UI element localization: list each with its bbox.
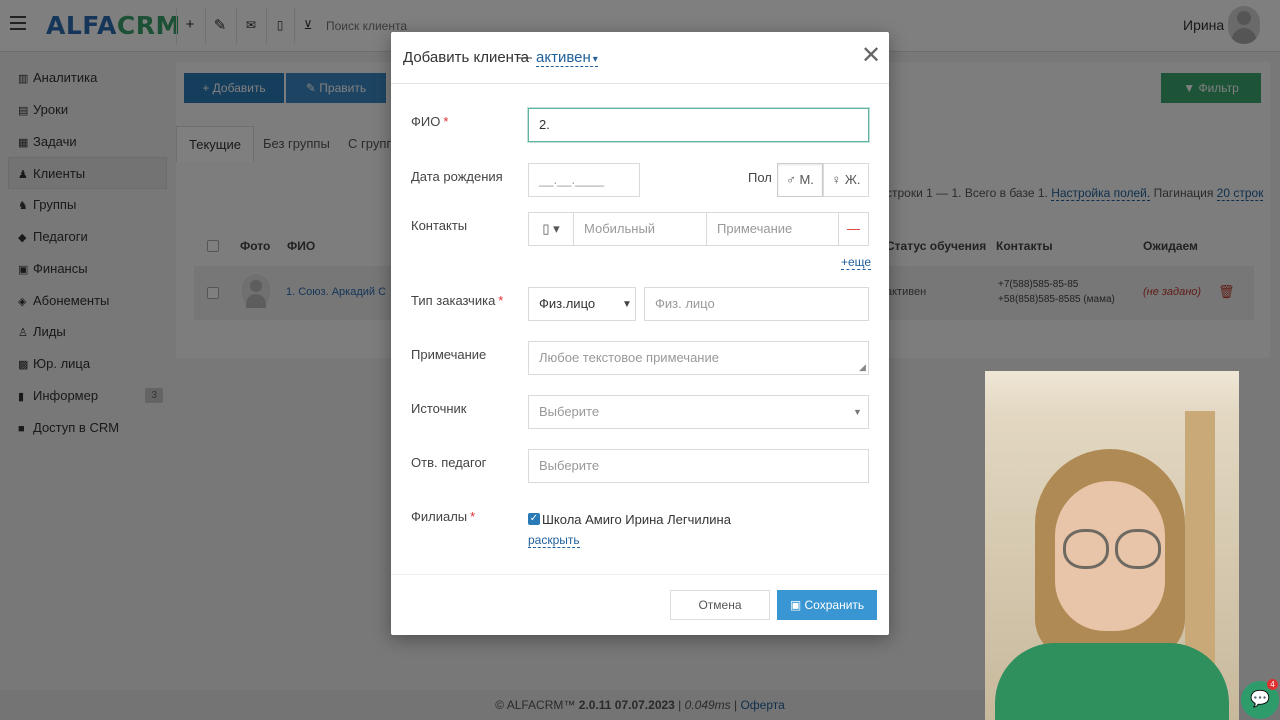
modal-header: Добавить клиента — активен ✕: [391, 32, 889, 84]
save-button[interactable]: ▣ Сохранить: [777, 590, 877, 620]
add-client-modal: Добавить клиента — активен ✕ ФИО* 2. Дат…: [391, 32, 889, 635]
teacher-select[interactable]: Выберите: [528, 449, 869, 483]
resize-handle-icon[interactable]: ◢: [859, 362, 866, 373]
contact-note-field[interactable]: Примечание: [706, 212, 839, 246]
gender-male-text: М.: [799, 172, 814, 187]
fio-label-text: ФИО: [411, 114, 441, 129]
chat-unread-badge: 4: [1267, 679, 1278, 690]
birth-date-label: Дата рождения: [411, 169, 503, 184]
webcam-ceiling: [985, 371, 1239, 411]
chevron-down-icon: ▼: [622, 299, 632, 310]
gender-male-button[interactable]: ♂ М.: [777, 163, 823, 197]
status-dropdown[interactable]: активен: [536, 49, 598, 67]
save-button-label: Сохранить: [804, 598, 865, 612]
customer-type-select[interactable]: Физ.лицо: [528, 287, 636, 321]
gender-label: Пол: [748, 170, 772, 185]
birth-date-field[interactable]: __.__.____: [528, 163, 640, 197]
webcam-video: [985, 371, 1239, 720]
teacher-label: Отв. педагог: [411, 455, 487, 470]
customer-type-name-field[interactable]: Физ. лицо: [644, 287, 869, 321]
mobile-field[interactable]: Мобильный: [573, 212, 707, 246]
webcam-glasses-left: [1063, 529, 1109, 569]
branch-checkbox[interactable]: ✓: [528, 513, 540, 525]
add-more-contact-link[interactable]: +еще: [841, 255, 872, 270]
source-select[interactable]: Выберите: [528, 395, 869, 429]
webcam-glasses-right: [1115, 529, 1161, 569]
branches-label-text: Филиалы: [411, 509, 468, 524]
mobile-phone-icon: ▯ ▾: [542, 221, 560, 236]
branch-name[interactable]: Школа Амиго Ирина Легчилина: [542, 512, 731, 527]
fio-field[interactable]: 2.: [528, 108, 869, 142]
chevron-down-icon: ▼: [853, 407, 862, 417]
webcam-shirt: [995, 643, 1229, 720]
modal-title: Добавить клиента: [403, 49, 529, 66]
remove-contact-button[interactable]: —: [838, 212, 869, 246]
comment-textarea[interactable]: Любое текстовое примечание: [528, 341, 869, 375]
required-mark: *: [470, 509, 476, 524]
expand-branches-link[interactable]: раскрыть: [528, 533, 580, 548]
customer-type-label: Тип заказчика *: [411, 293, 503, 308]
male-icon: ♂: [786, 172, 800, 187]
source-label: Источник: [411, 401, 467, 416]
floppy-icon: ▣: [789, 598, 805, 612]
female-icon: ♀: [831, 172, 845, 187]
contact-type-dropdown[interactable]: ▯ ▾: [528, 212, 574, 246]
contacts-label: Контакты: [411, 218, 468, 233]
fio-label: ФИО *: [411, 114, 448, 129]
customer-type-label-text: Тип заказчика: [411, 293, 496, 308]
chat-icon: 💬: [1250, 691, 1270, 708]
branches-label: Филиалы *: [411, 509, 475, 524]
divider: [391, 574, 889, 575]
minus-icon: —: [847, 221, 860, 236]
gender-female-button[interactable]: ♀ Ж.: [823, 163, 869, 197]
required-mark: *: [498, 293, 504, 308]
close-icon[interactable]: ✕: [861, 44, 881, 68]
gender-female-text: Ж.: [844, 172, 861, 187]
cancel-button[interactable]: Отмена: [670, 590, 770, 620]
title-separator: —: [517, 49, 532, 66]
required-mark: *: [443, 114, 449, 129]
comment-label: Примечание: [411, 347, 487, 362]
